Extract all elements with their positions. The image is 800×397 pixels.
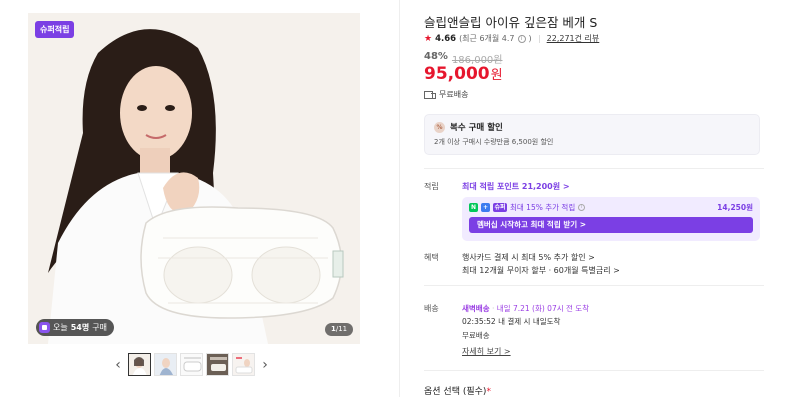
membership-box: N + 슈퍼 최대 15% 추가 적립 i 14,250원 멤버십 시작하고 최… [462, 197, 760, 241]
column-divider [399, 0, 400, 397]
chevron-right-icon[interactable]: › [258, 353, 272, 376]
price-amount: 95,000 [424, 64, 490, 84]
option-select-label[interactable]: 옵션 선택 (필수)* [424, 384, 491, 397]
benefits-label: 혜택 [424, 253, 439, 262]
delivery-details-link[interactable]: 자세히 보기 > [462, 346, 511, 357]
delivery-info: 새벽배송 · 내일 7.21 (화) 07시 전 도착 [462, 304, 590, 313]
rating-score: 4.66 [435, 33, 457, 44]
sale-price: 95,000 원 [424, 64, 503, 84]
super-points-badge: 슈퍼적립 [35, 21, 75, 38]
delivery-timer: 02:35:52 내 결제 시 내일도착 [462, 317, 561, 326]
section-divider [424, 370, 764, 371]
plus-icon: + [481, 203, 490, 212]
delivery-date: 내일 7.21 (화) 07시 전 도착 [496, 304, 590, 313]
installment-link[interactable]: 최대 12개월 무이자 할부 · 60개월 특별금리 > [462, 265, 620, 276]
percent-icon: % [434, 121, 445, 133]
dawn-delivery-badge: 새벽배송 [462, 304, 490, 313]
thumbnail-5[interactable] [232, 353, 255, 376]
product-main-image[interactable]: 슈퍼적립 오늘 54명 구매 1/11 [28, 13, 360, 344]
shipping-text: 무료배송 [439, 90, 469, 99]
chevron-left-icon[interactable]: ‹ [111, 353, 125, 376]
rating-row: ★ 4.66 (최근 6개월 4.7 i) 22,271건 리뷰 [424, 33, 599, 44]
multi-buy-title: 복수 구매 할인 [450, 123, 503, 133]
thumbnail-2[interactable] [154, 353, 177, 376]
membership-start-button[interactable]: 멤버십 시작하고 최대 적립 받기 > [469, 217, 753, 233]
delivery-label: 배송 [424, 304, 439, 313]
delivery-free: 무료배송 [462, 331, 490, 340]
points-label: 적립 [424, 182, 439, 191]
member-extra-amount: 14,250원 [717, 203, 753, 212]
today-buyers-badge: 오늘 54명 구매 [36, 319, 114, 336]
rating-divider [538, 34, 540, 43]
thumbnail-3[interactable] [180, 353, 203, 376]
info-icon[interactable]: i [578, 204, 586, 211]
buyers-count: 54명 [70, 323, 90, 332]
member-extra-text: 최대 15% 추가 적립 [510, 203, 576, 212]
product-title: 슬립앤슬립 아이유 깊은잠 베개 S [424, 15, 598, 30]
max-point-link[interactable]: 최대 적립 포인트 21,200원 > [462, 181, 570, 192]
price-unit: 원 [490, 68, 503, 83]
required-mark: * [486, 387, 491, 397]
thumbnail-1[interactable] [128, 353, 151, 376]
thumbnail-4[interactable] [206, 353, 229, 376]
shipping-row: 무료배송 [424, 89, 468, 100]
rating-recent: (최근 6개월 4.7 [459, 34, 515, 43]
truck-icon [424, 90, 436, 99]
option-label-text: 옵션 선택 (필수) [424, 387, 487, 397]
bag-icon [39, 322, 50, 333]
naver-n-icon: N [469, 203, 478, 212]
review-count-link[interactable]: 22,271건 리뷰 [547, 33, 600, 44]
multi-buy-discount-box: % 복수 구매 할인 2개 이상 구매시 수량만큼 6,500원 할인 [424, 114, 760, 155]
product-photo [28, 13, 360, 344]
card-discount-link[interactable]: 행사카드 결제 시 최대 5% 추가 할인 > [462, 252, 595, 263]
buyers-prefix: 오늘 [53, 323, 68, 332]
star-icon: ★ [424, 33, 433, 44]
section-divider [424, 168, 764, 169]
multi-buy-desc: 2개 이상 구매시 수량만큼 6,500원 할인 [434, 138, 554, 146]
buyers-suffix: 구매 [92, 323, 107, 332]
thumbnail-strip: ‹ › [111, 353, 272, 376]
rating-recent-close: ) [528, 34, 532, 43]
section-divider [424, 285, 764, 286]
image-counter-total: /11 [335, 325, 348, 333]
image-counter: 1/11 [325, 323, 354, 336]
info-icon[interactable]: i [517, 34, 526, 43]
super-badge: 슈퍼 [493, 203, 507, 212]
